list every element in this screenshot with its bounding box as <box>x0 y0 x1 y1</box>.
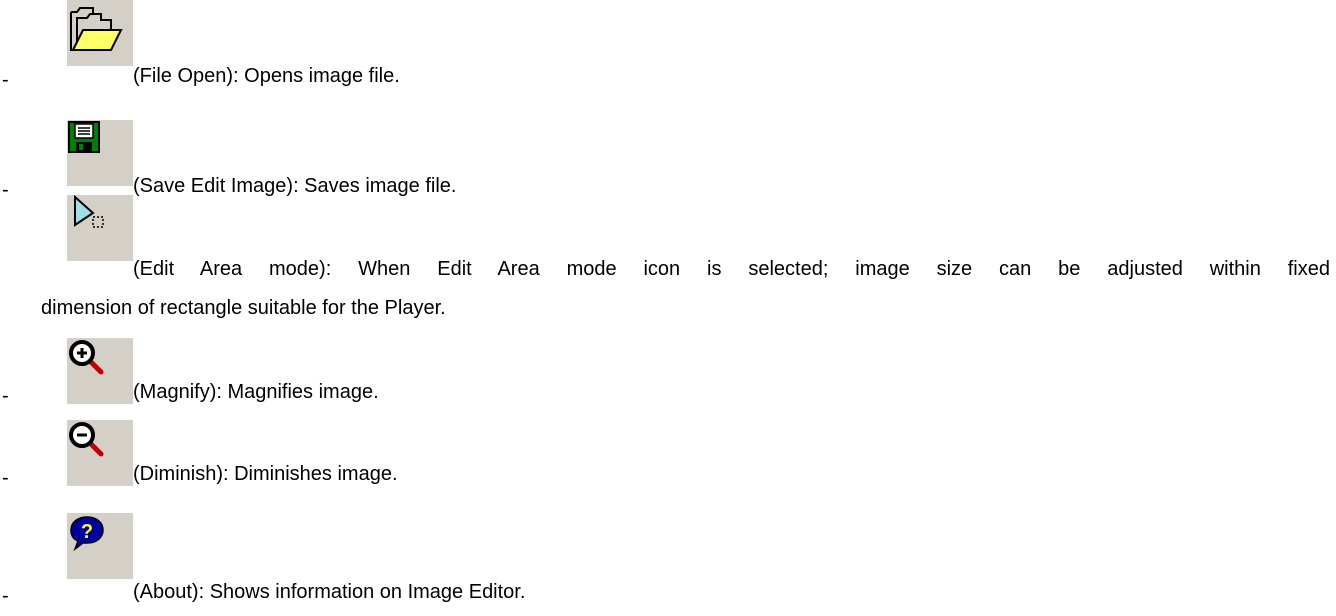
zoom-out-icon <box>69 422 104 457</box>
magnify-button <box>67 338 133 404</box>
folder-open-icon <box>70 7 123 51</box>
svg-text:?: ? <box>81 521 93 543</box>
list-item-file-open: - (File Open): Opens image file. <box>0 0 1336 120</box>
list-item-diminish: - (Diminish): Diminishes image. <box>0 420 1336 500</box>
edit-area-mode-button <box>67 195 133 261</box>
about-description: (About): Shows information on Image Edit… <box>133 581 526 603</box>
save-edit-image-button <box>67 120 133 186</box>
floppy-disk-icon <box>68 121 100 153</box>
bullet-dash: - <box>2 467 9 489</box>
bullet-dash: - <box>2 69 9 91</box>
list-item-magnify: - (Magnify): Magnifies image. <box>0 338 1336 418</box>
list-item-about: ? - (About): Shows information on Image … <box>0 513 1336 613</box>
zoom-in-icon <box>69 340 104 375</box>
file-open-button <box>67 0 133 66</box>
about-button: ? <box>67 513 133 579</box>
file-open-description: (File Open): Opens image file. <box>133 65 400 87</box>
bullet-dash: - <box>2 585 9 607</box>
diminish-button <box>67 420 133 486</box>
diminish-description: (Diminish): Diminishes image. <box>133 463 398 485</box>
arrow-select-icon <box>74 195 104 228</box>
help-bubble-icon: ? <box>70 516 104 552</box>
bullet-dash: - <box>2 385 9 407</box>
edit-area-mode-description-continued: dimension of rectangle suitable for the … <box>41 297 446 319</box>
magnify-description: (Magnify): Magnifies image. <box>133 381 379 403</box>
edit-area-mode-description: (Edit Area mode): When Edit Area mode ic… <box>133 258 1330 280</box>
list-item-edit-area-mode: (Edit Area mode): When Edit Area mode ic… <box>0 195 1336 335</box>
save-edit-image-description: (Save Edit Image): Saves image file. <box>133 175 457 197</box>
